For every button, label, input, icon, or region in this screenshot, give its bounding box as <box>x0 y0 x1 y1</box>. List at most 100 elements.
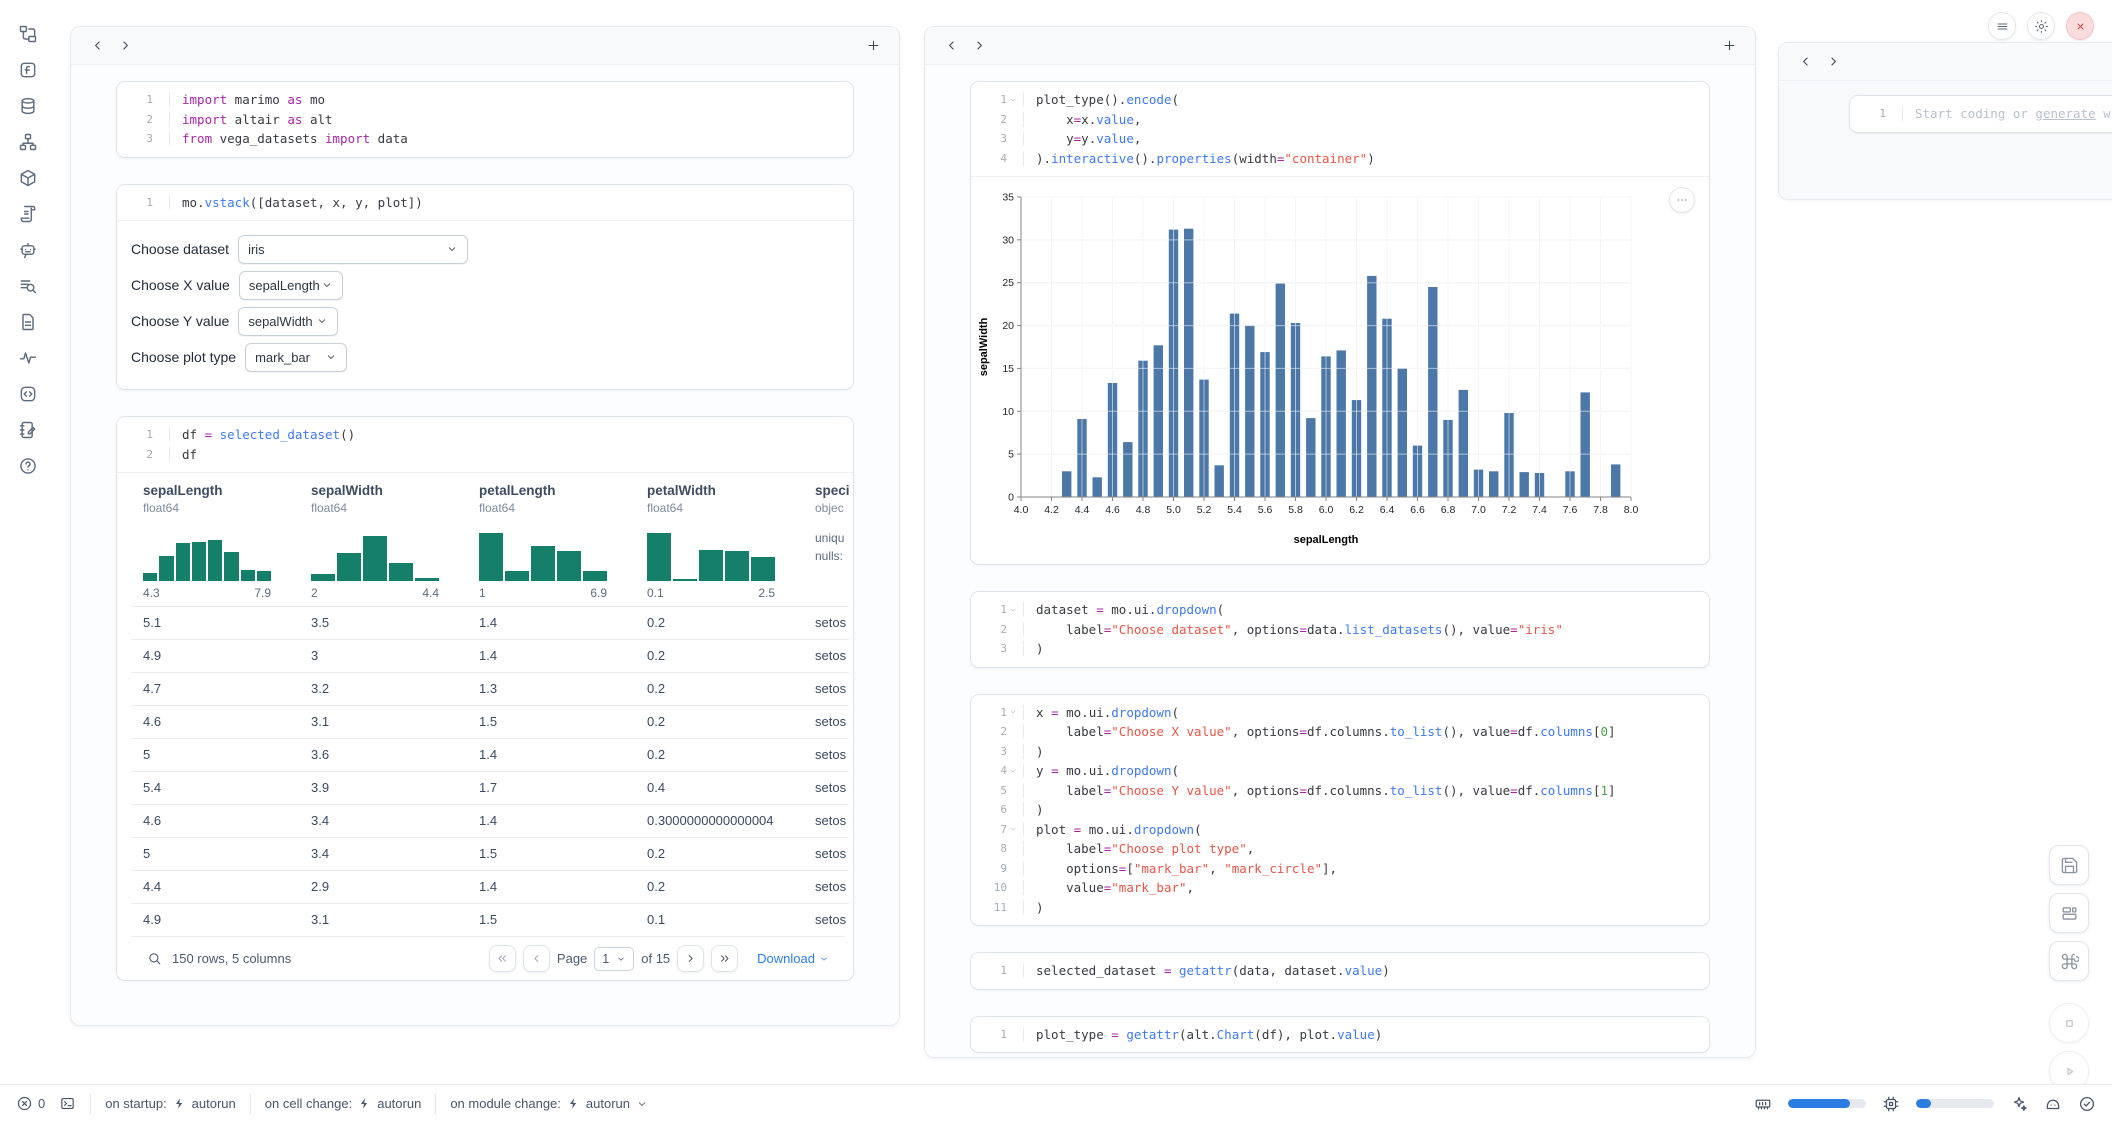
table-column-header[interactable]: speciobjecuniqunulls: <box>803 481 849 606</box>
table-cell: setos <box>803 805 849 837</box>
new-cell-editor[interactable]: 1Start coding or generate with AI <box>1850 96 2112 132</box>
page-select[interactable]: 1 <box>594 947 634 971</box>
sidebar-item-file-tree[interactable] <box>0 16 56 52</box>
sidebar-item-help[interactable] <box>0 448 56 484</box>
chart-actions-button[interactable] <box>1669 187 1695 213</box>
first-page-button[interactable] <box>489 945 516 972</box>
cell-xy-plot-dropdowns-editor[interactable]: 1x = mo.ui.dropdown(2 label="Choose X va… <box>971 695 1709 926</box>
dots-icon <box>1675 193 1689 207</box>
cell-plot-type-editor[interactable]: 1plot_type = getattr(alt.Chart(df), plot… <box>971 1017 1709 1053</box>
table-column-header[interactable]: sepalLengthfloat644.37.9 <box>131 481 299 606</box>
fold-toggle[interactable] <box>1007 96 1019 104</box>
generate-link[interactable]: generate <box>2035 106 2095 121</box>
chevron-down-icon <box>321 279 333 291</box>
table-row[interactable]: 4.63.41.40.3000000000000004setos <box>131 804 849 837</box>
code-line: 1df = selected_dataset() <box>117 425 853 445</box>
layout-button[interactable] <box>2049 893 2089 933</box>
bot-button[interactable] <box>2044 1095 2062 1113</box>
altair-chart[interactable]: 4.04.24.44.64.85.05.25.45.65.86.06.26.46… <box>971 177 1709 564</box>
sidebar-item-scratchpad[interactable] <box>0 412 56 448</box>
column-next-button[interactable] <box>1819 49 1847 75</box>
table-row[interactable]: 4.931.40.2setos <box>131 639 849 672</box>
table-row[interactable]: 4.93.11.50.1setos <box>131 903 849 936</box>
sidebar-item-document[interactable] <box>0 304 56 340</box>
svg-text:15: 15 <box>1002 363 1014 375</box>
sidebar-item-activity[interactable] <box>0 340 56 376</box>
fold-toggle[interactable] <box>1007 708 1019 716</box>
add-cell-button[interactable] <box>1715 33 1743 59</box>
connection-status-button[interactable] <box>2078 1095 2096 1113</box>
cell-plot-editor[interactable]: 1plot_type().encode(2 x=x.value,3 y=y.va… <box>971 82 1709 176</box>
code-token: = <box>1051 705 1059 720</box>
terminal-button[interactable] <box>59 1095 76 1112</box>
column-next-button[interactable] <box>965 33 993 59</box>
download-button[interactable]: Download <box>757 951 829 966</box>
prev-page-button[interactable] <box>523 945 550 972</box>
dropdown-choose-dataset[interactable]: iris <box>238 235 468 264</box>
sidebar-item-function[interactable] <box>0 52 56 88</box>
code-text: label="Choose X value", options=df.colum… <box>1023 724 1709 739</box>
errors-indicator[interactable]: 0 <box>16 1095 45 1112</box>
plot-output: 4.04.24.44.64.85.05.25.45.65.86.06.26.46… <box>971 176 1709 564</box>
save-button[interactable] <box>2049 845 2089 885</box>
table-row[interactable]: 53.41.50.2setos <box>131 837 849 870</box>
dropdown-choose-x-value[interactable]: sepalLength <box>239 271 343 300</box>
fold-toggle[interactable] <box>1007 767 1019 775</box>
column-name: petalWidth <box>647 483 789 498</box>
sidebar-item-database[interactable] <box>0 88 56 124</box>
code-token: , options <box>1232 783 1300 798</box>
add-cell-button[interactable] <box>859 33 887 59</box>
table-row[interactable]: 4.73.21.30.2setos <box>131 672 849 705</box>
table-column-header[interactable]: petalWidthfloat640.12.5 <box>635 481 803 606</box>
code-token: , <box>1247 841 1255 856</box>
svg-text:0: 0 <box>1008 492 1014 504</box>
sidebar-item-package[interactable] <box>0 160 56 196</box>
column-next-button[interactable] <box>111 33 139 59</box>
runtime-config-1[interactable]: on cell change:autorun <box>265 1096 422 1111</box>
table-row[interactable]: 4.42.91.40.2setos <box>131 870 849 903</box>
table-search-icon[interactable] <box>147 951 162 966</box>
cell-imports-editor[interactable]: 1import marimo as mo2import altair as al… <box>117 82 853 157</box>
table-row[interactable]: 5.43.91.70.4setos <box>131 771 849 804</box>
sidebar-item-snippets[interactable] <box>0 376 56 412</box>
settings-button[interactable] <box>2027 12 2055 40</box>
table-row[interactable]: 5.13.51.40.2setos <box>131 606 849 639</box>
close-button[interactable] <box>2066 12 2094 40</box>
code-token: (alt. <box>1179 1027 1217 1042</box>
column-prev-button[interactable] <box>83 33 111 59</box>
placeholder-text: Start coding or <box>1915 106 2035 121</box>
column-prev-button[interactable] <box>1791 49 1819 75</box>
code-token: data. <box>1307 622 1345 637</box>
table-column-header[interactable]: petalLengthfloat6416.9 <box>467 481 635 606</box>
runtime-config-0[interactable]: on startup:autorun <box>105 1096 236 1111</box>
stop-button[interactable] <box>2049 1003 2089 1043</box>
sidebar-item-script[interactable] <box>0 196 56 232</box>
cell-dataframe-editor[interactable]: 1df = selected_dataset()2df <box>117 417 853 472</box>
sidebar-item-chat-bot[interactable] <box>0 232 56 268</box>
table-column-header[interactable]: sepalWidthfloat6424.4 <box>299 481 467 606</box>
cell-selected-dataset-editor[interactable]: 1selected_dataset = getattr(data, datase… <box>971 953 1709 989</box>
runtime-config-2[interactable]: on module change:autorun <box>450 1096 648 1111</box>
ai-assistant-button[interactable] <box>2010 1095 2028 1113</box>
command-button[interactable] <box>2049 941 2089 981</box>
cell-vstack-editor[interactable]: 1mo.vstack([dataset, x, y, plot]) <box>117 185 853 221</box>
save-icon <box>2060 856 2079 875</box>
table-cell: 0.2 <box>635 838 803 870</box>
histogram-min: 2 <box>311 586 318 600</box>
menu-button[interactable] <box>1988 12 2016 40</box>
code-token: vega_datasets <box>212 131 325 146</box>
last-page-button[interactable] <box>711 945 738 972</box>
sidebar-item-logs[interactable] <box>0 268 56 304</box>
cell-xy-plot-dropdowns: 1x = mo.ui.dropdown(2 label="Choose X va… <box>970 694 1710 927</box>
dropdown-choose-plot-type[interactable]: mark_bar <box>245 343 347 372</box>
fold-toggle[interactable] <box>1007 606 1019 614</box>
dropdown-choose-y-value[interactable]: sepalWidth <box>238 307 338 336</box>
sidebar-item-flow[interactable] <box>0 124 56 160</box>
cell-dataset-dropdown-editor[interactable]: 1dataset = mo.ui.dropdown(2 label="Choos… <box>971 592 1709 667</box>
fold-toggle[interactable] <box>1007 825 1019 833</box>
table-row[interactable]: 53.61.40.2setos <box>131 738 849 771</box>
table-scroll-area[interactable]: sepalLengthfloat644.37.9sepalWidthfloat6… <box>131 473 849 936</box>
table-row[interactable]: 4.63.11.50.2setos <box>131 705 849 738</box>
column-prev-button[interactable] <box>937 33 965 59</box>
next-page-button[interactable] <box>677 945 704 972</box>
